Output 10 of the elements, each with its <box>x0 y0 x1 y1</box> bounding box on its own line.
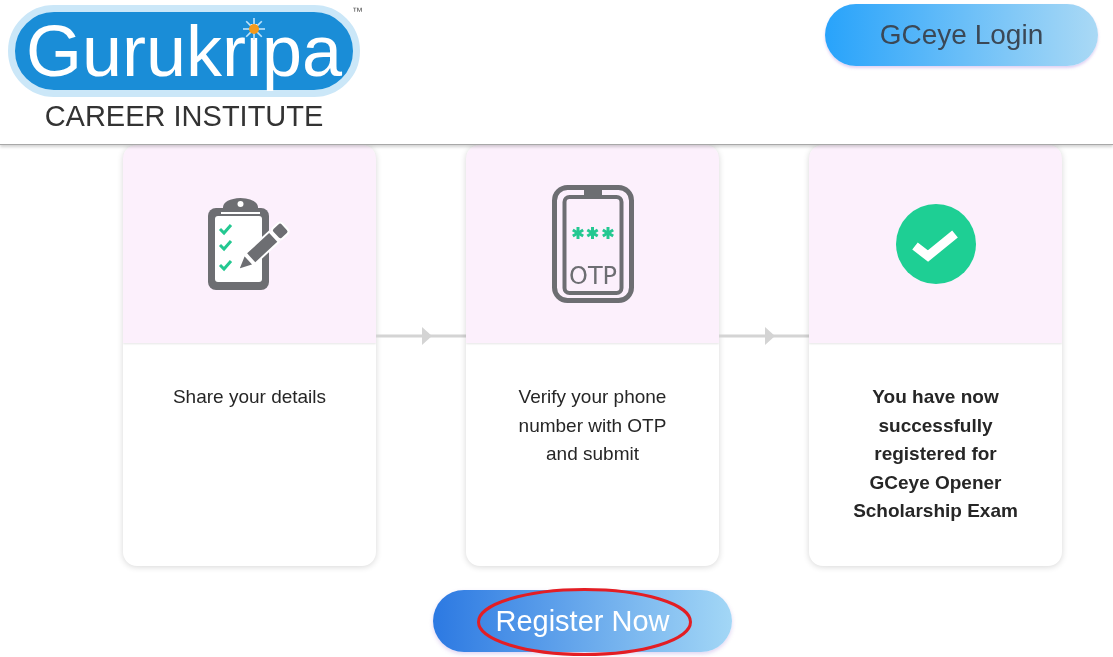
check-circle-icon <box>895 204 976 284</box>
trademark-mark: ™ <box>352 5 363 17</box>
login-button[interactable]: GCeye Login <box>825 4 1098 66</box>
clipboard-pencil-icon <box>206 197 293 291</box>
step-text: Verify your phone number with OTP and submit <box>517 385 668 466</box>
register-button[interactable]: Register Now <box>433 590 732 652</box>
step-text: You have now successfully registered for GCeye Opener Scholarship Exam <box>852 385 1019 523</box>
otp-label: OTP <box>568 262 617 290</box>
logo-tagline: CAREER INSTITUTE <box>44 101 324 131</box>
step-text: Share your details <box>171 385 328 409</box>
